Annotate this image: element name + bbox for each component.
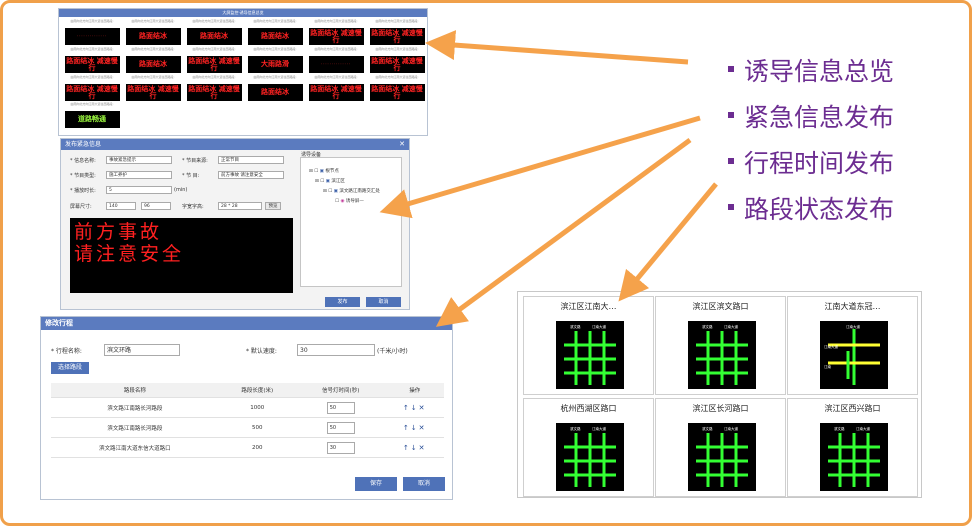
- arrow-to-trip: [435, 137, 692, 327]
- arrow-to-overview: [425, 30, 689, 65]
- callout-arrows: [379, 30, 718, 327]
- arrow-to-maps: [618, 182, 718, 302]
- arrow-to-publish: [379, 115, 701, 219]
